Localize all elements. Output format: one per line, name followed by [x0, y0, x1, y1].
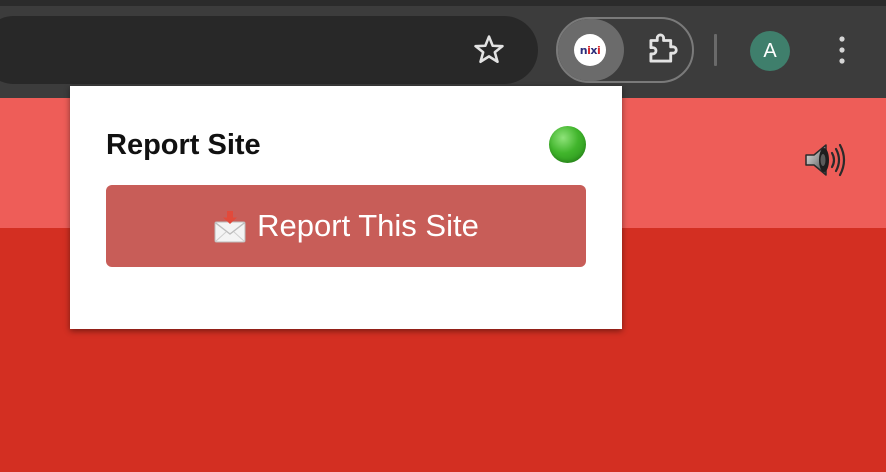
- browser-toolbar: nixi A: [0, 0, 886, 98]
- report-button-label: Report This Site: [257, 208, 479, 243]
- profile-avatar[interactable]: A: [750, 31, 790, 71]
- address-bar[interactable]: [0, 16, 538, 84]
- nixi-logo[interactable]: nixi: [574, 34, 606, 66]
- logo-letter: n: [579, 43, 588, 57]
- logo-letter: x: [590, 43, 597, 57]
- envelope-incoming-icon: [214, 211, 246, 243]
- tab-strip-edge: [0, 0, 886, 6]
- extension-popup: Report Site Report This Site: [70, 86, 622, 329]
- avatar-initial: A: [763, 39, 777, 62]
- logo-letter: i: [596, 43, 601, 57]
- status-indicator-icon: [549, 126, 586, 163]
- report-site-button[interactable]: Report This Site: [106, 185, 586, 267]
- star-icon[interactable]: [472, 33, 506, 67]
- toolbar-divider: [714, 34, 717, 66]
- speaker-icon[interactable]: [800, 136, 848, 184]
- kebab-menu-icon[interactable]: [834, 34, 850, 66]
- puzzle-icon[interactable]: [643, 31, 681, 69]
- popup-title: Report Site: [106, 129, 261, 161]
